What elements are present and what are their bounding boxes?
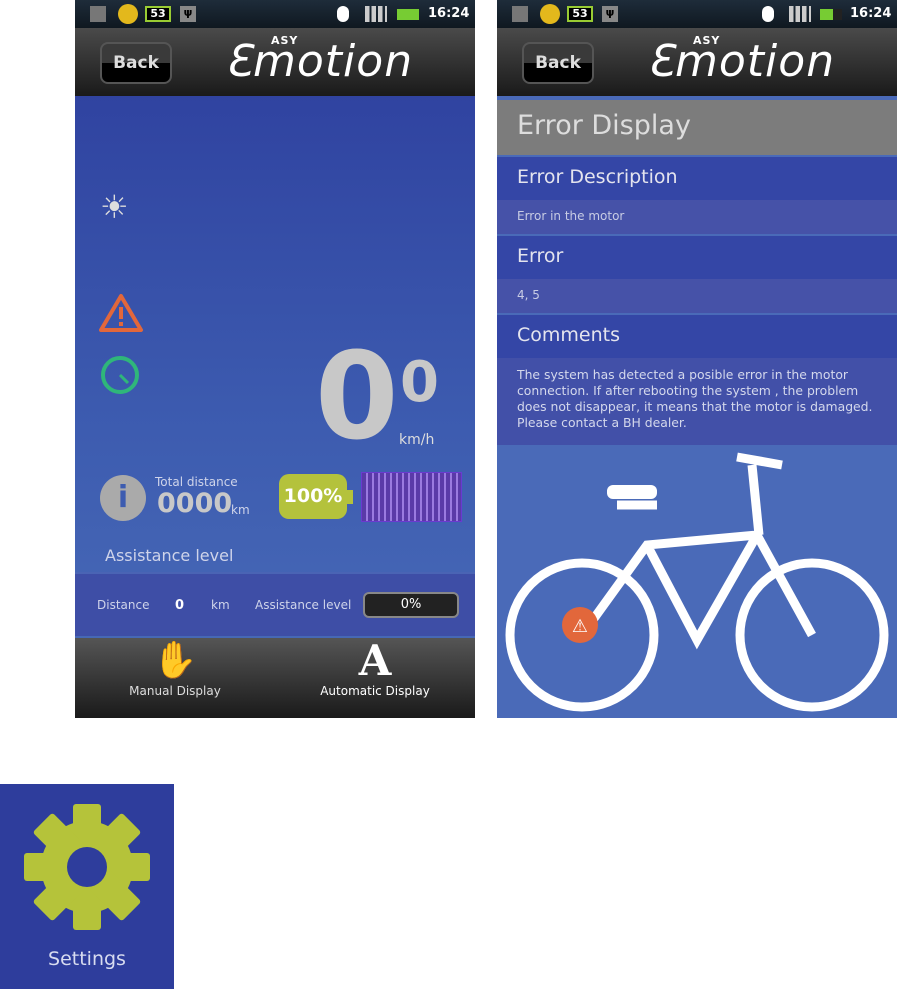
clock: 16:24: [428, 6, 470, 21]
speed-value: 0: [315, 328, 399, 467]
speed-unit: km/h: [399, 432, 435, 448]
usb-icon: ψ: [180, 6, 196, 22]
assistance-label: Assistance level: [255, 598, 352, 612]
battery-badge: 53: [567, 6, 593, 22]
assistance-value: 0%: [363, 592, 459, 618]
dashboard-screen: 53 ψ 16:24 Back Ɛmotion ASY ☀ 0 0 km/h i …: [75, 0, 475, 718]
status-bar: 53 ψ 16:24: [497, 0, 897, 28]
bluetooth-icon: [337, 6, 349, 22]
clock: 16:24: [850, 6, 892, 21]
error-value: 4, 5: [497, 279, 897, 313]
usb-icon: ψ: [602, 6, 618, 22]
signal-icon: [365, 6, 387, 22]
error-screen: 53 ψ 16:24 Back Ɛmotion ASY Error Display…: [497, 0, 897, 718]
easymotion-logo: Ɛmotion ASY: [647, 34, 836, 87]
battery-percent: 100%: [279, 474, 347, 519]
hand-icon: ✋: [152, 640, 198, 681]
easymotion-logo: Ɛmotion ASY: [225, 34, 414, 87]
battery-tip: [347, 490, 353, 504]
speedometer-icon[interactable]: [98, 355, 144, 395]
comments-value: The system has detected a posible error …: [497, 358, 897, 445]
svg-text:⚠: ⚠: [572, 616, 588, 637]
plus-app-icon: [118, 4, 138, 24]
back-button[interactable]: Back: [100, 42, 172, 84]
battery-icon: [820, 9, 842, 20]
total-distance-unit: km: [231, 503, 250, 517]
speed-decimal: 0: [400, 350, 439, 415]
distance-unit: km: [211, 598, 230, 612]
automatic-display-button[interactable]: A Automatic Display: [305, 638, 445, 718]
description-heading: Error Description: [497, 157, 897, 200]
settings-label: Settings: [48, 948, 126, 970]
app-header: Back Ɛmotion ASY: [75, 28, 475, 96]
display-mode-bar: ✋ Manual Display A Automatic Display: [75, 638, 475, 718]
app-header: Back Ɛmotion ASY: [497, 28, 897, 96]
assistance-title: Assistance level: [105, 546, 234, 565]
signal-icon: [789, 6, 811, 22]
battery-icon: [397, 9, 419, 20]
status-bar: 53 ψ 16:24: [75, 0, 475, 28]
error-heading: Error: [497, 236, 897, 279]
automatic-a-icon: A: [358, 636, 392, 685]
settings-tile[interactable]: Settings: [0, 784, 174, 989]
manual-display-button[interactable]: ✋ Manual Display: [105, 638, 245, 718]
trip-panel: Distance 0 km Assistance level 0%: [75, 572, 475, 636]
distance-value: 0: [175, 598, 185, 613]
distance-label: Distance: [97, 598, 150, 612]
description-value: Error in the motor: [497, 200, 897, 234]
light-icon[interactable]: ☀: [100, 188, 129, 226]
notification-icon: [512, 6, 528, 22]
back-button[interactable]: Back: [522, 42, 594, 84]
info-icon[interactable]: i: [100, 475, 146, 521]
page-title: Error Display: [497, 100, 897, 155]
comments-heading: Comments: [497, 315, 897, 358]
bluetooth-icon: [762, 6, 774, 22]
plus-app-icon: [540, 4, 560, 24]
notification-icon: [90, 6, 106, 22]
bike-illustration: ⚠: [505, 452, 889, 712]
total-distance-label: Total distance: [155, 475, 238, 489]
warning-icon[interactable]: [98, 292, 144, 334]
battery-level-bar: [361, 472, 462, 522]
manual-display-label: Manual Display: [129, 684, 221, 698]
battery-badge: 53: [145, 6, 171, 22]
automatic-display-label: Automatic Display: [320, 684, 430, 698]
total-distance-value: 0000: [157, 488, 233, 519]
gear-icon: [24, 804, 150, 930]
